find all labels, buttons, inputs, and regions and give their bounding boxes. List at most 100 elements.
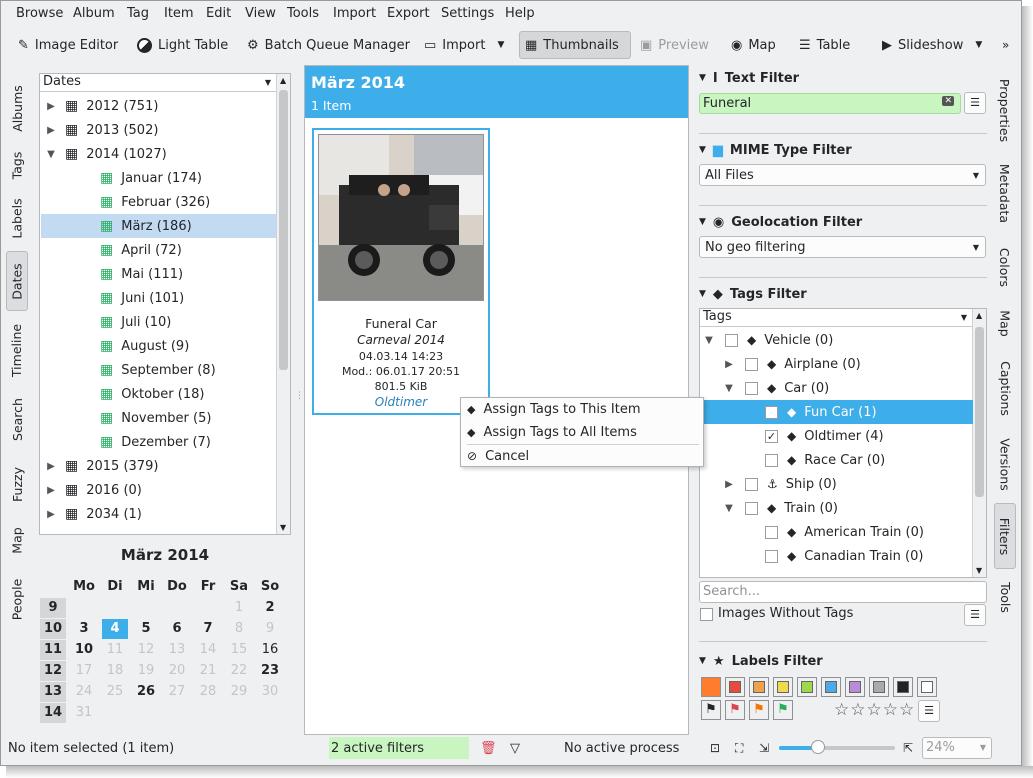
calendar-day[interactable]: 12 bbox=[133, 640, 159, 660]
tab-properties[interactable]: Properties bbox=[994, 67, 1016, 153]
calendar-day[interactable]: 13 bbox=[164, 640, 190, 660]
calendar-day[interactable]: 4 bbox=[102, 619, 128, 639]
calendar-day[interactable]: 8 bbox=[226, 619, 252, 639]
date-tree-item[interactable]: ▦ Dezember (7) bbox=[41, 430, 277, 454]
color-label-swatch[interactable] bbox=[701, 677, 721, 697]
toolbar-overflow-icon[interactable]: » bbox=[997, 31, 1014, 59]
date-tree-item[interactable]: ▦ Juli (10) bbox=[41, 310, 277, 334]
tab-captions[interactable]: Captions bbox=[994, 349, 1016, 427]
tab-people[interactable]: People bbox=[6, 566, 28, 632]
zoom-out-icon[interactable]: ⇲ bbox=[759, 737, 769, 759]
calendar-day[interactable]: 14 bbox=[195, 640, 221, 660]
slideshow-button[interactable]: ▶ Slideshow ▼ bbox=[877, 31, 987, 59]
menu-album[interactable]: Album bbox=[73, 6, 115, 21]
date-tree-item[interactable]: ▦ Juni (101) bbox=[41, 286, 277, 310]
expand-arrow-icon[interactable]: ▼ bbox=[45, 149, 57, 160]
labels-filter-options-button[interactable]: ☰ bbox=[918, 700, 940, 722]
calendar-day[interactable]: 31 bbox=[71, 703, 97, 723]
zoom-in-icon[interactable]: ⇱ bbox=[903, 737, 913, 759]
scrollbar-handle[interactable] bbox=[975, 327, 984, 497]
expand-arrow-icon[interactable]: ▶ bbox=[45, 125, 57, 136]
cancel-menu-item[interactable]: ⊘ Cancel bbox=[467, 445, 529, 467]
date-tree-item[interactable]: ▦ Februar (326) bbox=[41, 190, 277, 214]
date-tree-item[interactable]: ▦ Januar (174) bbox=[41, 166, 277, 190]
date-tree-item[interactable]: ▶ ▦ 2034 (1) bbox=[41, 502, 277, 526]
calendar-day[interactable]: 17 bbox=[71, 661, 97, 681]
zoom-fit-icon[interactable]: ⊡ bbox=[710, 737, 720, 759]
tag-tree-item[interactable]: ◆ Canadian Train (0) bbox=[701, 544, 973, 568]
date-tree-item[interactable]: ▶ ▦ 2015 (379) bbox=[41, 454, 277, 478]
color-label-swatch[interactable] bbox=[725, 677, 745, 697]
calendar-day[interactable]: 7 bbox=[195, 619, 221, 639]
assign-tags-this-item[interactable]: ◆ Assign Tags to This Item bbox=[467, 398, 641, 420]
expand-arrow-icon[interactable]: ▼ bbox=[703, 335, 715, 346]
tab-colors[interactable]: Colors bbox=[994, 237, 1016, 297]
rating-stars-icon[interactable]: ☆☆☆☆☆ bbox=[834, 700, 915, 720]
expand-arrow-icon[interactable]: ▶ bbox=[45, 509, 57, 520]
tab-map-right[interactable]: Map bbox=[994, 299, 1016, 347]
mime-filter-header[interactable]: ▼ ▆ MIME Type Filter bbox=[699, 139, 852, 161]
date-tree-item[interactable]: ▶ ▦ 2012 (751) bbox=[41, 94, 277, 118]
batch-queue-button[interactable]: ⚙ Batch Queue Manager bbox=[242, 31, 415, 59]
menu-edit[interactable]: Edit bbox=[206, 6, 231, 21]
labels-filter-header[interactable]: ▼ ★ Labels Filter bbox=[699, 650, 823, 672]
calendar-day[interactable]: 24 bbox=[71, 682, 97, 702]
tag-checkbox[interactable] bbox=[765, 525, 778, 539]
text-filter-input[interactable]: Funeral ✕ bbox=[699, 93, 961, 114]
trash-icon[interactable]: 🗑 bbox=[480, 737, 497, 759]
calendar-day[interactable]: 27 bbox=[164, 682, 190, 702]
tag-checkbox[interactable]: ✓ bbox=[765, 429, 778, 443]
color-label-swatch[interactable] bbox=[917, 677, 937, 697]
menu-view[interactable]: View bbox=[245, 6, 276, 21]
date-tree-item[interactable]: ▶ ▦ 2013 (502) bbox=[41, 118, 277, 142]
tab-metadata[interactable]: Metadata bbox=[994, 153, 1016, 233]
tag-checkbox[interactable] bbox=[765, 405, 778, 419]
filter-icon[interactable]: ▽ bbox=[510, 737, 520, 759]
expand-arrow-icon[interactable]: ▶ bbox=[723, 479, 735, 490]
calendar-day[interactable]: 25 bbox=[102, 682, 128, 702]
calendar-day[interactable]: 1 bbox=[226, 598, 252, 618]
date-tree-item[interactable]: ▦ September (8) bbox=[41, 358, 277, 382]
tag-tree-item[interactable]: ▶ ◆ Airplane (0) bbox=[701, 352, 973, 376]
tag-checkbox[interactable] bbox=[745, 357, 758, 371]
mime-type-select[interactable]: All Files ▼ bbox=[699, 164, 986, 186]
calendar-day[interactable]: 20 bbox=[164, 661, 190, 681]
flag-pending-icon[interactable]: ⚑ bbox=[749, 700, 769, 720]
tag-tree-item[interactable]: ▶ ⚓ Ship (0) bbox=[701, 472, 973, 496]
tab-versions[interactable]: Versions bbox=[994, 427, 1016, 501]
expand-arrow-icon[interactable]: ▼ bbox=[723, 503, 735, 514]
expand-arrow-icon[interactable]: ▶ bbox=[723, 359, 735, 370]
tag-checkbox[interactable] bbox=[725, 333, 738, 347]
expand-arrow-icon[interactable]: ▼ bbox=[723, 383, 735, 394]
chevron-down-icon[interactable]: ▼ bbox=[497, 40, 504, 50]
light-table-button[interactable]: Light Table bbox=[132, 31, 233, 59]
zoom-level-input[interactable]: 24% ▼ bbox=[922, 737, 992, 759]
geo-filter-select[interactable]: No geo filtering ▼ bbox=[699, 236, 986, 258]
calendar-day[interactable]: 18 bbox=[102, 661, 128, 681]
flag-none-icon[interactable]: ⚑ bbox=[701, 700, 721, 720]
tab-map[interactable]: Map bbox=[6, 515, 28, 565]
zoom-fullscreen-icon[interactable]: ⛶ bbox=[735, 737, 743, 759]
tag-checkbox[interactable] bbox=[765, 549, 778, 563]
calendar-day[interactable]: 29 bbox=[226, 682, 252, 702]
calendar-day[interactable]: 28 bbox=[195, 682, 221, 702]
calendar-day[interactable]: 5 bbox=[133, 619, 159, 639]
thumbnail-item[interactable]: Funeral Car Carneval 2014 04.03.14 14:23… bbox=[312, 128, 490, 415]
calendar-day[interactable]: 16 bbox=[257, 640, 283, 660]
menu-browse[interactable]: Browse bbox=[16, 6, 63, 21]
calendar-day[interactable]: 15 bbox=[226, 640, 252, 660]
tag-checkbox[interactable] bbox=[765, 453, 778, 467]
color-label-swatch[interactable] bbox=[821, 677, 841, 697]
menu-import[interactable]: Import bbox=[333, 6, 376, 21]
color-label-swatch[interactable] bbox=[893, 677, 913, 697]
calendar-day[interactable]: 11 bbox=[102, 640, 128, 660]
chevron-down-icon[interactable]: ▼ bbox=[975, 40, 982, 50]
color-label-swatch[interactable] bbox=[749, 677, 769, 697]
tags-search-input[interactable]: Search... bbox=[699, 581, 987, 603]
color-label-swatch[interactable] bbox=[869, 677, 889, 697]
color-label-swatch[interactable] bbox=[797, 677, 817, 697]
date-tree-item[interactable]: ▼ ▦ 2014 (1027) bbox=[41, 142, 277, 166]
expand-arrow-icon[interactable]: ▶ bbox=[45, 101, 57, 112]
tags-filter-options-button[interactable]: ☰ bbox=[964, 604, 986, 626]
dates-tree-header[interactable]: Dates ▼ bbox=[40, 74, 276, 92]
